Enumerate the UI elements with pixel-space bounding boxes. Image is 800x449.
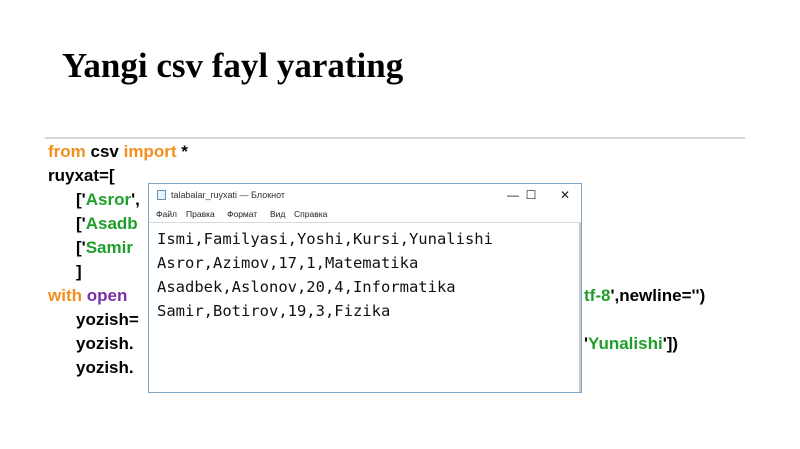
bracket: [' [76, 238, 86, 257]
import-star: * [176, 142, 188, 161]
divider [45, 137, 745, 139]
menu-help[interactable]: Справка [294, 209, 327, 219]
notepad-window[interactable]: talabalar_ruyxati — Блокнот — ☐ ✕ Файл П… [148, 183, 582, 393]
punct: ', [131, 190, 140, 209]
string-literal: Asadb [85, 214, 138, 233]
menu-edit[interactable]: Правка [186, 209, 215, 219]
notepad-titlebar[interactable]: talabalar_ruyxati — Блокнот — ☐ ✕ [149, 184, 581, 206]
text-line: Asadbek,Aslonov,20,4,Informatika [157, 278, 456, 296]
menu-separator [149, 222, 581, 223]
vertical-scrollbar[interactable] [579, 223, 581, 392]
notepad-text-area[interactable]: Ismi,Familyasi,Yoshi,Kursi,Yunalishi Asr… [157, 227, 567, 323]
code-line-6: ] [76, 262, 82, 281]
maximize-button[interactable]: ☐ [513, 185, 549, 205]
menu-format[interactable]: Формат [227, 209, 257, 219]
notepad-title: talabalar_ruyxati — Блокнот [171, 190, 286, 200]
menu-file[interactable]: Файл [156, 209, 177, 219]
slide-title: Yangi csv fayl yarating [62, 46, 404, 85]
keyword-import: import [123, 142, 177, 161]
keyword-with: with [48, 286, 82, 305]
text-line: Samir,Botirov,19,3,Fizika [157, 302, 391, 320]
punct: ']) [662, 334, 679, 353]
code-line-2: ruyxat=[ [48, 166, 115, 185]
code-line-3: ['Asror', [76, 190, 140, 210]
menu-view[interactable]: Вид [270, 209, 285, 219]
close-button[interactable]: ✕ [547, 185, 581, 205]
code-line-8: yozish= [76, 310, 139, 329]
module-name: csv [85, 142, 124, 161]
notepad-app-icon [157, 190, 166, 200]
code-line-7-right: tf-8',newline='') [584, 286, 705, 306]
text-line: Asror,Azimov,17,1,Matematika [157, 254, 419, 272]
notepad-menubar: Файл Правка Формат Вид Справка [149, 207, 581, 222]
code-line-9: yozish. [76, 334, 134, 353]
code-line-9-right: 'Yunalishi']) [584, 334, 678, 354]
code-line-4: ['Asadb [76, 214, 138, 234]
keyword-from: from [48, 142, 86, 161]
code-line-7: with open [48, 286, 127, 306]
string-literal: tf-8 [584, 286, 611, 305]
string-literal: Asror [85, 190, 132, 209]
code-line-5: ['Samir [76, 238, 133, 258]
builtin-open: open [82, 286, 128, 305]
bracket: [' [76, 214, 86, 233]
string-literal: Samir [85, 238, 133, 257]
punct: ',newline='') [610, 286, 706, 305]
code-line-10: yozish. [76, 358, 134, 377]
code-line-1: from csv import * [48, 142, 188, 162]
text-line: Ismi,Familyasi,Yoshi,Kursi,Yunalishi [157, 230, 493, 248]
string-literal: Yunalishi [588, 334, 663, 353]
bracket: [' [76, 190, 86, 209]
